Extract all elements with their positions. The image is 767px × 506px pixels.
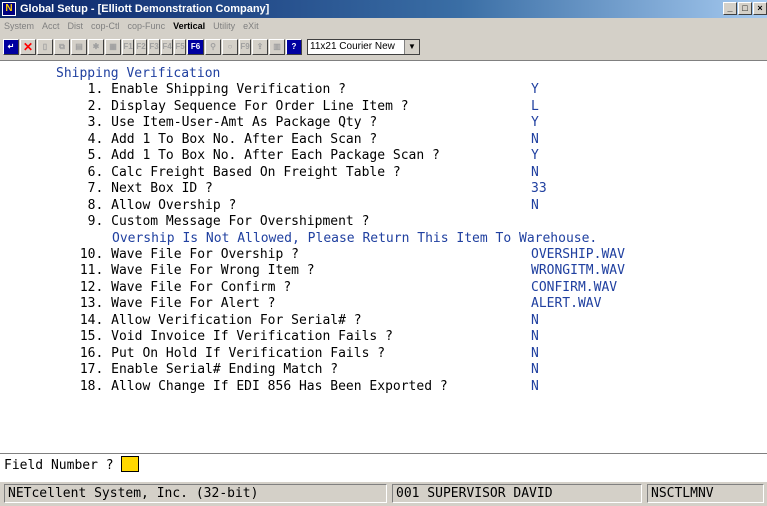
field-label: 16. Put On Hold If Verification Fails ? xyxy=(72,345,386,361)
help-icon[interactable]: ? xyxy=(286,39,302,55)
export-icon[interactable]: ⇪ xyxy=(252,39,268,55)
close-icon[interactable]: × xyxy=(753,2,767,15)
field-label: 7. Next Box ID ? xyxy=(72,181,213,197)
field-label: 2. Display Sequence For Order Line Item … xyxy=(72,98,409,114)
f1-button[interactable]: F1 xyxy=(122,39,134,55)
field-label: 5. Add 1 To Box No. After Each Package S… xyxy=(72,148,440,164)
zoom-icon[interactable]: ○ xyxy=(222,39,238,55)
f9-button[interactable]: F9 xyxy=(239,39,251,55)
f5-button[interactable]: F5 xyxy=(174,39,186,55)
divider xyxy=(0,453,767,454)
menu-acct[interactable]: Acct xyxy=(38,19,64,33)
menu-bar: System Acct Dist cop-Ctl cop-Func Vertic… xyxy=(0,18,767,34)
status-bar: NETcellent System, Inc. (32-bit) 001 SUP… xyxy=(0,482,767,506)
field-value: Y xyxy=(531,148,539,164)
menu-system[interactable]: System xyxy=(0,19,38,33)
field-value: N xyxy=(531,378,539,394)
status-program: NSCTLMNV xyxy=(647,484,764,503)
field-number-prompt: Field Number ? xyxy=(4,456,140,475)
field-value: N xyxy=(531,329,539,345)
field-value: 33 xyxy=(531,181,547,197)
field-label: 8. Allow Overship ? xyxy=(72,197,237,213)
toolbar: ↵ ✕ ▯ ⧉ ▤ ✱ ▦ F1 F2 F3 F4 F5 F6 ⚲ ○ F9 ⇪… xyxy=(0,34,767,61)
calculator-icon[interactable]: ▦ xyxy=(105,39,121,55)
field-value: CONFIRM.WAV xyxy=(531,279,618,295)
cancel-icon[interactable]: ✕ xyxy=(20,39,36,55)
menu-utility[interactable]: Utility xyxy=(209,19,239,33)
field-value: L xyxy=(531,98,539,114)
field-label: 17. Enable Serial# Ending Match ? xyxy=(72,362,339,378)
field-label: 10. Wave File For Overship ? xyxy=(72,246,299,262)
field-value: N xyxy=(531,312,539,328)
terminal-screen: Shipping Verification 1. Enable Shipping… xyxy=(0,62,767,453)
field-label: 14. Allow Verification For Serial# ? xyxy=(72,312,362,328)
menu-vertical[interactable]: Vertical xyxy=(169,19,209,33)
menu-dist[interactable]: Dist xyxy=(64,19,88,33)
font-select-value: 11x21 Courier New xyxy=(310,41,395,52)
field-label: 1. Enable Shipping Verification ? xyxy=(72,82,346,98)
field-label: 9. Custom Message For Overshipment ? xyxy=(72,214,370,230)
paste-icon[interactable]: ▤ xyxy=(71,39,87,55)
field-value: WRONGITM.WAV xyxy=(531,263,625,279)
field-label: 11. Wave File For Wrong Item ? xyxy=(72,263,315,279)
field-label: 13. Wave File For Alert ? xyxy=(72,296,276,312)
window-controls: _ □ × xyxy=(723,2,767,15)
field-number-input[interactable] xyxy=(121,456,140,472)
prompt-label: Field Number ? xyxy=(4,458,114,473)
window-title: Global Setup - [Elliott Demonstration Co… xyxy=(20,3,270,15)
menu-exit[interactable]: eXit xyxy=(239,19,263,33)
page-title: Shipping Verification xyxy=(56,66,221,81)
field-label: 18. Allow Change If EDI 856 Has Been Exp… xyxy=(72,378,448,394)
spreadsheet-icon[interactable]: ▥ xyxy=(269,39,285,55)
field-value: OVERSHIP.WAV xyxy=(531,246,625,262)
field-value: N xyxy=(531,197,539,213)
app-icon[interactable]: N xyxy=(2,2,16,16)
field-label: 3. Use Item-User-Amt As Package Qty ? xyxy=(72,115,378,131)
new-document-icon[interactable]: ▯ xyxy=(37,39,53,55)
field-value: N xyxy=(531,131,539,147)
field-label: 4. Add 1 To Box No. After Each Scan ? xyxy=(72,131,378,147)
f6-button[interactable]: F6 xyxy=(187,39,204,55)
settings-icon[interactable]: ✱ xyxy=(88,39,104,55)
menu-cop-func[interactable]: cop-Func xyxy=(124,19,170,33)
maximize-icon[interactable]: □ xyxy=(738,2,752,15)
f3-button[interactable]: F3 xyxy=(148,39,160,55)
field-value: N xyxy=(531,362,539,378)
minimize-icon[interactable]: _ xyxy=(723,2,737,15)
field-value: N xyxy=(531,345,539,361)
enter-icon[interactable]: ↵ xyxy=(3,39,19,55)
field-value: Y xyxy=(531,115,539,131)
overship-message: Overship Is Not Allowed, Please Return T… xyxy=(112,230,598,246)
field-label: 15. Void Invoice If Verification Fails ? xyxy=(72,329,393,345)
find-icon[interactable]: ⚲ xyxy=(205,39,221,55)
f4-button[interactable]: F4 xyxy=(161,39,173,55)
chevron-down-icon[interactable]: ▼ xyxy=(404,40,419,54)
copy-icon[interactable]: ⧉ xyxy=(54,39,70,55)
field-value: N xyxy=(531,164,539,180)
field-label: 12. Wave File For Confirm ? xyxy=(72,279,292,295)
field-value: ALERT.WAV xyxy=(531,296,602,312)
status-user: 001 SUPERVISOR DAVID xyxy=(392,484,642,503)
status-company: NETcellent System, Inc. (32-bit) xyxy=(4,484,387,503)
f2-button[interactable]: F2 xyxy=(135,39,147,55)
font-select[interactable]: 11x21 Courier New ▼ xyxy=(307,39,420,55)
menu-cop-ctl[interactable]: cop-Ctl xyxy=(87,19,124,33)
title-bar[interactable]: N Global Setup - [Elliott Demonstration … xyxy=(0,0,767,18)
field-label: 6. Calc Freight Based On Freight Table ? xyxy=(72,164,401,180)
field-value: Y xyxy=(531,82,539,98)
